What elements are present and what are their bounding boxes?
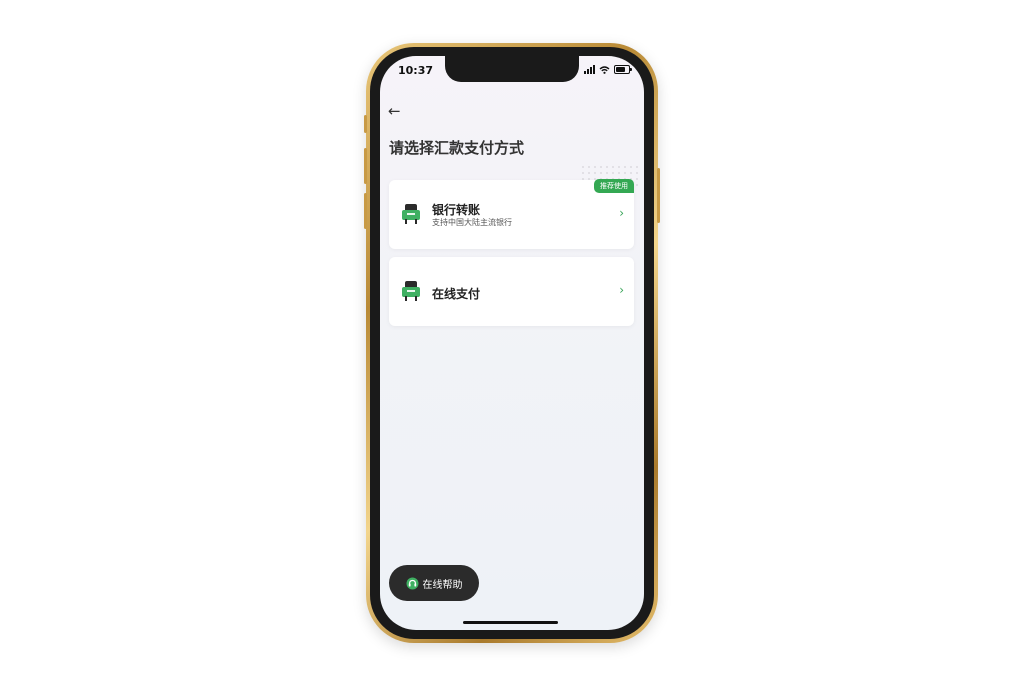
volume-down-button xyxy=(364,193,367,229)
home-indicator xyxy=(463,621,558,624)
screen: 10:37 ← 请选择汇款支付方式 推荐使用 银行转账 支持中国大陆主流银行 ›… xyxy=(380,56,644,630)
back-button[interactable]: ← xyxy=(388,104,401,119)
bank-transfer-option[interactable]: 推荐使用 银行转账 支持中国大陆主流银行 › xyxy=(389,179,634,249)
option-title: 银行转账 xyxy=(432,203,481,217)
online-help-label: 在线帮助 xyxy=(422,579,463,591)
status-time: 10:37 xyxy=(398,64,434,77)
arrow-left-icon: ← xyxy=(388,102,401,120)
volume-up-button xyxy=(364,148,367,184)
chevron-right-icon: › xyxy=(619,206,624,220)
wifi-icon xyxy=(599,65,610,74)
phone-frame: 10:37 ← 请选择汇款支付方式 推荐使用 银行转账 支持中国大陆主流银行 ›… xyxy=(364,43,660,643)
green-card-icon xyxy=(402,281,420,301)
chevron-right-icon: › xyxy=(619,283,624,297)
mute-switch xyxy=(364,115,367,133)
notch xyxy=(445,56,579,82)
recommended-badge: 推荐使用 xyxy=(594,179,634,193)
page-title: 请选择汇款支付方式 xyxy=(389,139,525,157)
option-subtitle: 支持中国大陆主流银行 xyxy=(432,218,512,227)
green-card-icon xyxy=(402,204,420,224)
option-title: 在线支付 xyxy=(432,287,481,301)
online-help-button[interactable]: 在线帮助 xyxy=(389,565,479,601)
online-payment-option[interactable]: 在线支付 › xyxy=(389,257,634,326)
battery-icon xyxy=(614,65,632,74)
headset-icon xyxy=(406,577,418,589)
power-button xyxy=(657,168,660,223)
signal-icon xyxy=(584,65,595,74)
status-icons xyxy=(584,65,632,74)
